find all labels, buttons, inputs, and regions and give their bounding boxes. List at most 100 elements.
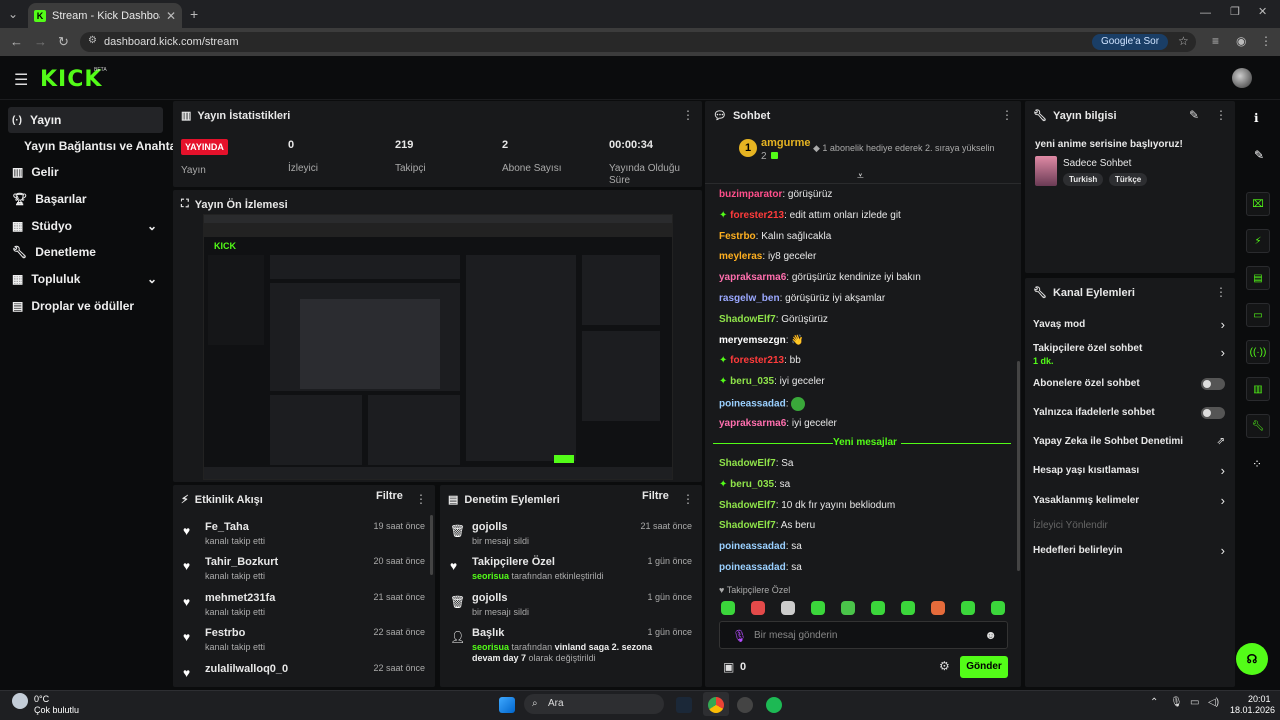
volume-icon[interactable]: ◁)	[1208, 697, 1219, 708]
minimize-icon[interactable]: —	[1200, 8, 1211, 19]
chat-username[interactable]: meryemsezgn	[719, 335, 786, 346]
filter-button[interactable]: Filtre	[642, 490, 669, 502]
info-icon[interactable]: ℹ	[1254, 111, 1259, 125]
more-options-icon[interactable]: ⋮	[1215, 285, 1227, 299]
chat-username[interactable]: ShadowElf7	[719, 458, 776, 469]
profile-icon[interactable]: ◉	[1236, 35, 1246, 47]
new-tab-icon[interactable]: +	[190, 7, 198, 21]
forward-icon[interactable]: →	[34, 35, 47, 48]
chat-username[interactable]: rasgelw_ben	[719, 293, 780, 304]
browser-tab[interactable]: K Stream - Kick Dashboard ✕	[28, 3, 182, 28]
close-tab-icon[interactable]: ✕	[166, 10, 176, 22]
windows-start-icon[interactable]	[499, 697, 515, 713]
toggle-switch[interactable]	[1201, 407, 1225, 419]
document-icon[interactable]: ▤	[1246, 266, 1270, 290]
sidebar-item-gelir[interactable]: ▥ Gelir	[8, 159, 163, 185]
chat-username[interactable]: beru_035	[730, 479, 774, 490]
emote-icon[interactable]	[961, 601, 975, 615]
wrench-icon[interactable]: 🔧︎	[1246, 414, 1270, 438]
more-options-icon[interactable]: ⋮	[682, 492, 694, 506]
emote-icon[interactable]	[901, 601, 915, 615]
weather-icon[interactable]	[12, 693, 28, 709]
chat-username[interactable]: meyleras	[719, 251, 762, 262]
chat-username[interactable]: poineassadad	[719, 399, 786, 410]
channel-action-item[interactable]: Yasaklanmış kelimeler ›	[1025, 493, 1235, 515]
activity-user[interactable]: Tahir_Bozkurt	[205, 556, 278, 568]
activity-user[interactable]: zulalilwalloq0_0	[205, 663, 288, 675]
chat-username[interactable]: beru_035	[730, 376, 774, 387]
activity-user[interactable]: Festrbo	[205, 627, 245, 639]
emote-icon[interactable]	[931, 601, 945, 615]
broadcast-icon[interactable]: ((·))	[1246, 340, 1270, 364]
reload-icon[interactable]: ↻	[58, 35, 69, 48]
sidebar-item-yayin[interactable]: (·) Yayın	[8, 107, 163, 133]
toggle-switch[interactable]	[1201, 378, 1225, 390]
sidebar-item-studyo[interactable]: ▦ Stüdyo ⌄	[8, 213, 163, 239]
chat-username[interactable]: ShadowElf7	[719, 520, 776, 531]
mod-user[interactable]: seorisua	[472, 571, 509, 581]
activity-user[interactable]: mehmet231fa	[205, 592, 275, 604]
more-options-icon[interactable]: ⋮	[415, 492, 427, 506]
scrollbar[interactable]	[430, 515, 433, 575]
emote-icon[interactable]	[841, 601, 855, 615]
channel-action-item[interactable]: Yavaş mod ›	[1025, 317, 1235, 339]
sidebar-item-basarilar[interactable]: 🏆︎ Başarılar	[8, 186, 163, 212]
chat-username[interactable]: poineassadad	[719, 562, 786, 573]
add-widget-icon[interactable]: ⁘	[1252, 457, 1262, 471]
more-options-icon[interactable]: ⋮	[1215, 108, 1227, 122]
microphone-icon[interactable]: 🎙︎	[732, 629, 747, 643]
channel-action-item[interactable]: Takipçilere özel sohbet 1 dk. ›	[1025, 343, 1235, 366]
mod-target[interactable]: gojolls	[472, 592, 507, 604]
chat-username[interactable]: ShadowElf7	[719, 500, 776, 511]
category-thumbnail[interactable]	[1035, 156, 1057, 186]
edit-pencil-icon[interactable]: ✎	[1254, 148, 1264, 162]
browser-menu-icon[interactable]: ⋮	[1260, 35, 1272, 47]
reading-list-icon[interactable]: ≡	[1212, 35, 1219, 47]
bookmark-star-icon[interactable]: ☆	[1178, 35, 1189, 47]
chrome-icon[interactable]	[708, 697, 724, 713]
send-button[interactable]: Gönder	[960, 656, 1008, 678]
site-info-icon[interactable]: ⚙	[88, 36, 97, 46]
tray-chevron-icon[interactable]: ⌃	[1150, 697, 1158, 708]
google-ask-button[interactable]: Google'a Sor	[1092, 34, 1168, 50]
emote-icon[interactable]	[991, 601, 1005, 615]
sidebar-item-topluluk[interactable]: ▦ Topluluk ⌄	[8, 266, 163, 292]
back-icon[interactable]: ←	[10, 35, 23, 48]
clip-icon[interactable]: ⌧	[1246, 192, 1270, 216]
chat-bubble-icon[interactable]: ▭	[1246, 303, 1270, 327]
maximize-icon[interactable]: ❐	[1230, 7, 1240, 18]
chat-username[interactable]: forester213	[730, 210, 784, 221]
more-options-icon[interactable]: ⋮	[682, 108, 694, 122]
more-options-icon[interactable]: ⋮	[1001, 108, 1013, 122]
bolt-icon[interactable]: ⚡︎	[1246, 229, 1270, 253]
network-icon[interactable]: ▭	[1190, 697, 1199, 708]
preview-video[interactable]: KICK	[203, 214, 673, 480]
channel-action-item[interactable]: Hesap yaşı kısıtlaması ›	[1025, 463, 1235, 485]
steam-icon[interactable]	[676, 697, 692, 713]
chat-username[interactable]: yapraksarma6	[719, 418, 786, 429]
taskbar-search[interactable]: ⌕ Ara	[524, 694, 664, 714]
emote-icon[interactable]	[871, 601, 885, 615]
discord-icon[interactable]	[737, 697, 753, 713]
filter-button[interactable]: Filtre	[376, 490, 403, 502]
channel-action-item[interactable]: Hedefleri belirleyin ›	[1025, 543, 1235, 565]
chat-input[interactable]: 🎙︎ Bir mesaj gönderin ☻	[719, 621, 1008, 649]
emote-icon[interactable]	[781, 601, 795, 615]
activity-user[interactable]: Fe_Taha	[205, 521, 249, 533]
help-chat-icon[interactable]: ☊	[1236, 643, 1268, 675]
tag-pill[interactable]: Türkçe	[1109, 173, 1148, 186]
microphone-icon[interactable]: 🎙︎	[1170, 697, 1183, 708]
scrollbar[interactable]	[1017, 361, 1020, 571]
mod-user[interactable]: seorisua	[472, 642, 509, 652]
sidebar-item-denetleme[interactable]: 🔧︎ Denetleme	[8, 239, 163, 265]
collapse-pinned-icon[interactable]: ⩡	[857, 169, 864, 184]
avatar[interactable]	[1232, 68, 1252, 88]
sidebar-item-stream-key[interactable]: Yayın Bağlantısı ve Anahtarı	[20, 133, 184, 159]
mod-target[interactable]: gojolls	[472, 521, 507, 533]
edit-pencil-icon[interactable]: ✎	[1189, 108, 1199, 122]
channel-action-item[interactable]: Abonelere özel sohbet	[1025, 378, 1235, 398]
chat-username[interactable]: Festrbo	[719, 231, 756, 242]
sidebar-item-droplar[interactable]: ▤ Droplar ve ödüller	[8, 293, 163, 319]
url-input[interactable]: dashboard.kick.com/stream	[80, 32, 1196, 52]
emote-icon[interactable]	[811, 601, 825, 615]
